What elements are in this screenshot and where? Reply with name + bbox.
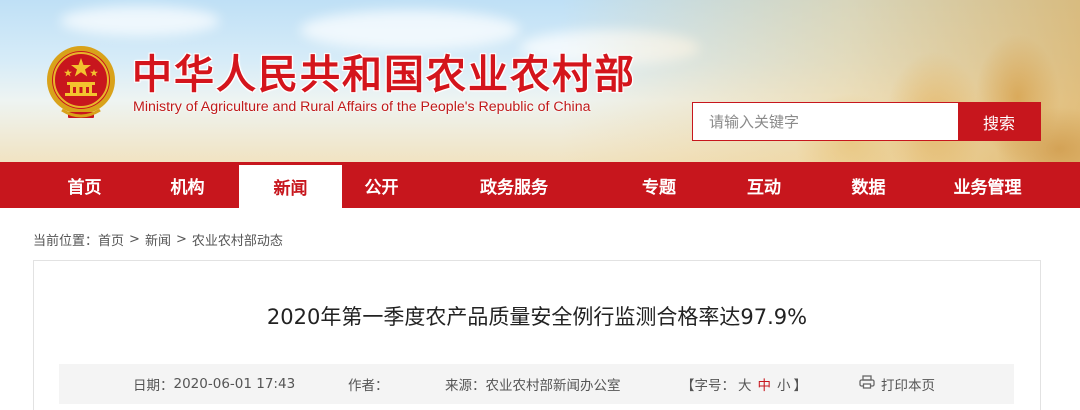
- font-size-label: 【字号：: [681, 378, 735, 394]
- nav-item-public[interactable]: 公开: [342, 162, 421, 208]
- nav-item-interaction[interactable]: 互动: [711, 162, 817, 208]
- meta-source-value: 农业农村部新闻办公室: [485, 378, 621, 394]
- breadcrumb-separator: >: [129, 232, 140, 247]
- nav-item-business-management[interactable]: 业务管理: [920, 162, 1055, 208]
- nav-item-news[interactable]: 新闻: [239, 162, 342, 208]
- search-box: 搜索: [692, 102, 1041, 141]
- printer-icon: [859, 375, 881, 393]
- font-size-medium-button[interactable]: 中: [758, 374, 772, 394]
- nav-item-home[interactable]: 首页: [33, 162, 136, 208]
- meta-date-value: 2020-06-01 17:43: [173, 376, 296, 392]
- breadcrumb-home-link[interactable]: 首页: [98, 230, 124, 249]
- search-input[interactable]: [693, 103, 958, 140]
- meta-source: 来源： 农业农村部新闻办公室: [445, 364, 621, 404]
- font-size-large-button[interactable]: 大: [738, 374, 752, 394]
- article-meta-bar: 日期： 2020-06-01 17:43 作者： 来源： 农业农村部新闻办公室 …: [59, 364, 1014, 404]
- meta-author-label: 作者：: [348, 378, 389, 394]
- national-emblem-icon[interactable]: [44, 44, 118, 122]
- breadcrumb: 当前位置： 首页 > 新闻 > 农业农村部动态: [33, 230, 283, 249]
- meta-date: 日期： 2020-06-01 17:43: [133, 364, 295, 404]
- font-size-bracket-close: 】: [793, 378, 808, 394]
- header-banner: 中华人民共和国农业农村部 Ministry of Agriculture and…: [0, 0, 1080, 162]
- print-label: 打印本页: [881, 378, 935, 394]
- breadcrumb-news-link[interactable]: 新闻: [145, 230, 171, 249]
- breadcrumb-prefix: 当前位置：: [33, 234, 99, 249]
- font-size-small-button[interactable]: 小: [777, 374, 791, 394]
- article-title: 2020年第一季度农产品质量安全例行监测合格率达97.9%: [266, 305, 808, 329]
- meta-author: 作者：: [348, 364, 389, 404]
- search-button[interactable]: 搜索: [958, 103, 1040, 140]
- nav-item-government-services[interactable]: 政务服务: [421, 162, 607, 208]
- meta-source-label: 来源：: [445, 378, 486, 394]
- nav-item-data[interactable]: 数据: [817, 162, 920, 208]
- breadcrumb-ministry-news-link[interactable]: 农业农村部动态: [192, 230, 283, 249]
- site-title-en: Ministry of Agriculture and Rural Affair…: [133, 99, 591, 115]
- site-title-cn[interactable]: 中华人民共和国农业农村部: [132, 42, 636, 100]
- meta-date-label: 日期：: [133, 378, 174, 394]
- print-button[interactable]: 打印本页: [859, 364, 935, 404]
- nav-item-topics[interactable]: 专题: [607, 162, 711, 208]
- nav-item-organization[interactable]: 机构: [136, 162, 239, 208]
- breadcrumb-separator: >: [175, 232, 187, 247]
- cloud-decoration: [60, 6, 220, 36]
- article-container: 2020年第一季度农产品质量安全例行监测合格率达97.9% 日期： 2020-0…: [33, 260, 1041, 410]
- font-size-control: 【字号： 大 中 小 】: [681, 364, 807, 404]
- main-nav: 首页 机构 新闻 公开 政务服务 专题 互动 数据 业务管理: [0, 162, 1080, 208]
